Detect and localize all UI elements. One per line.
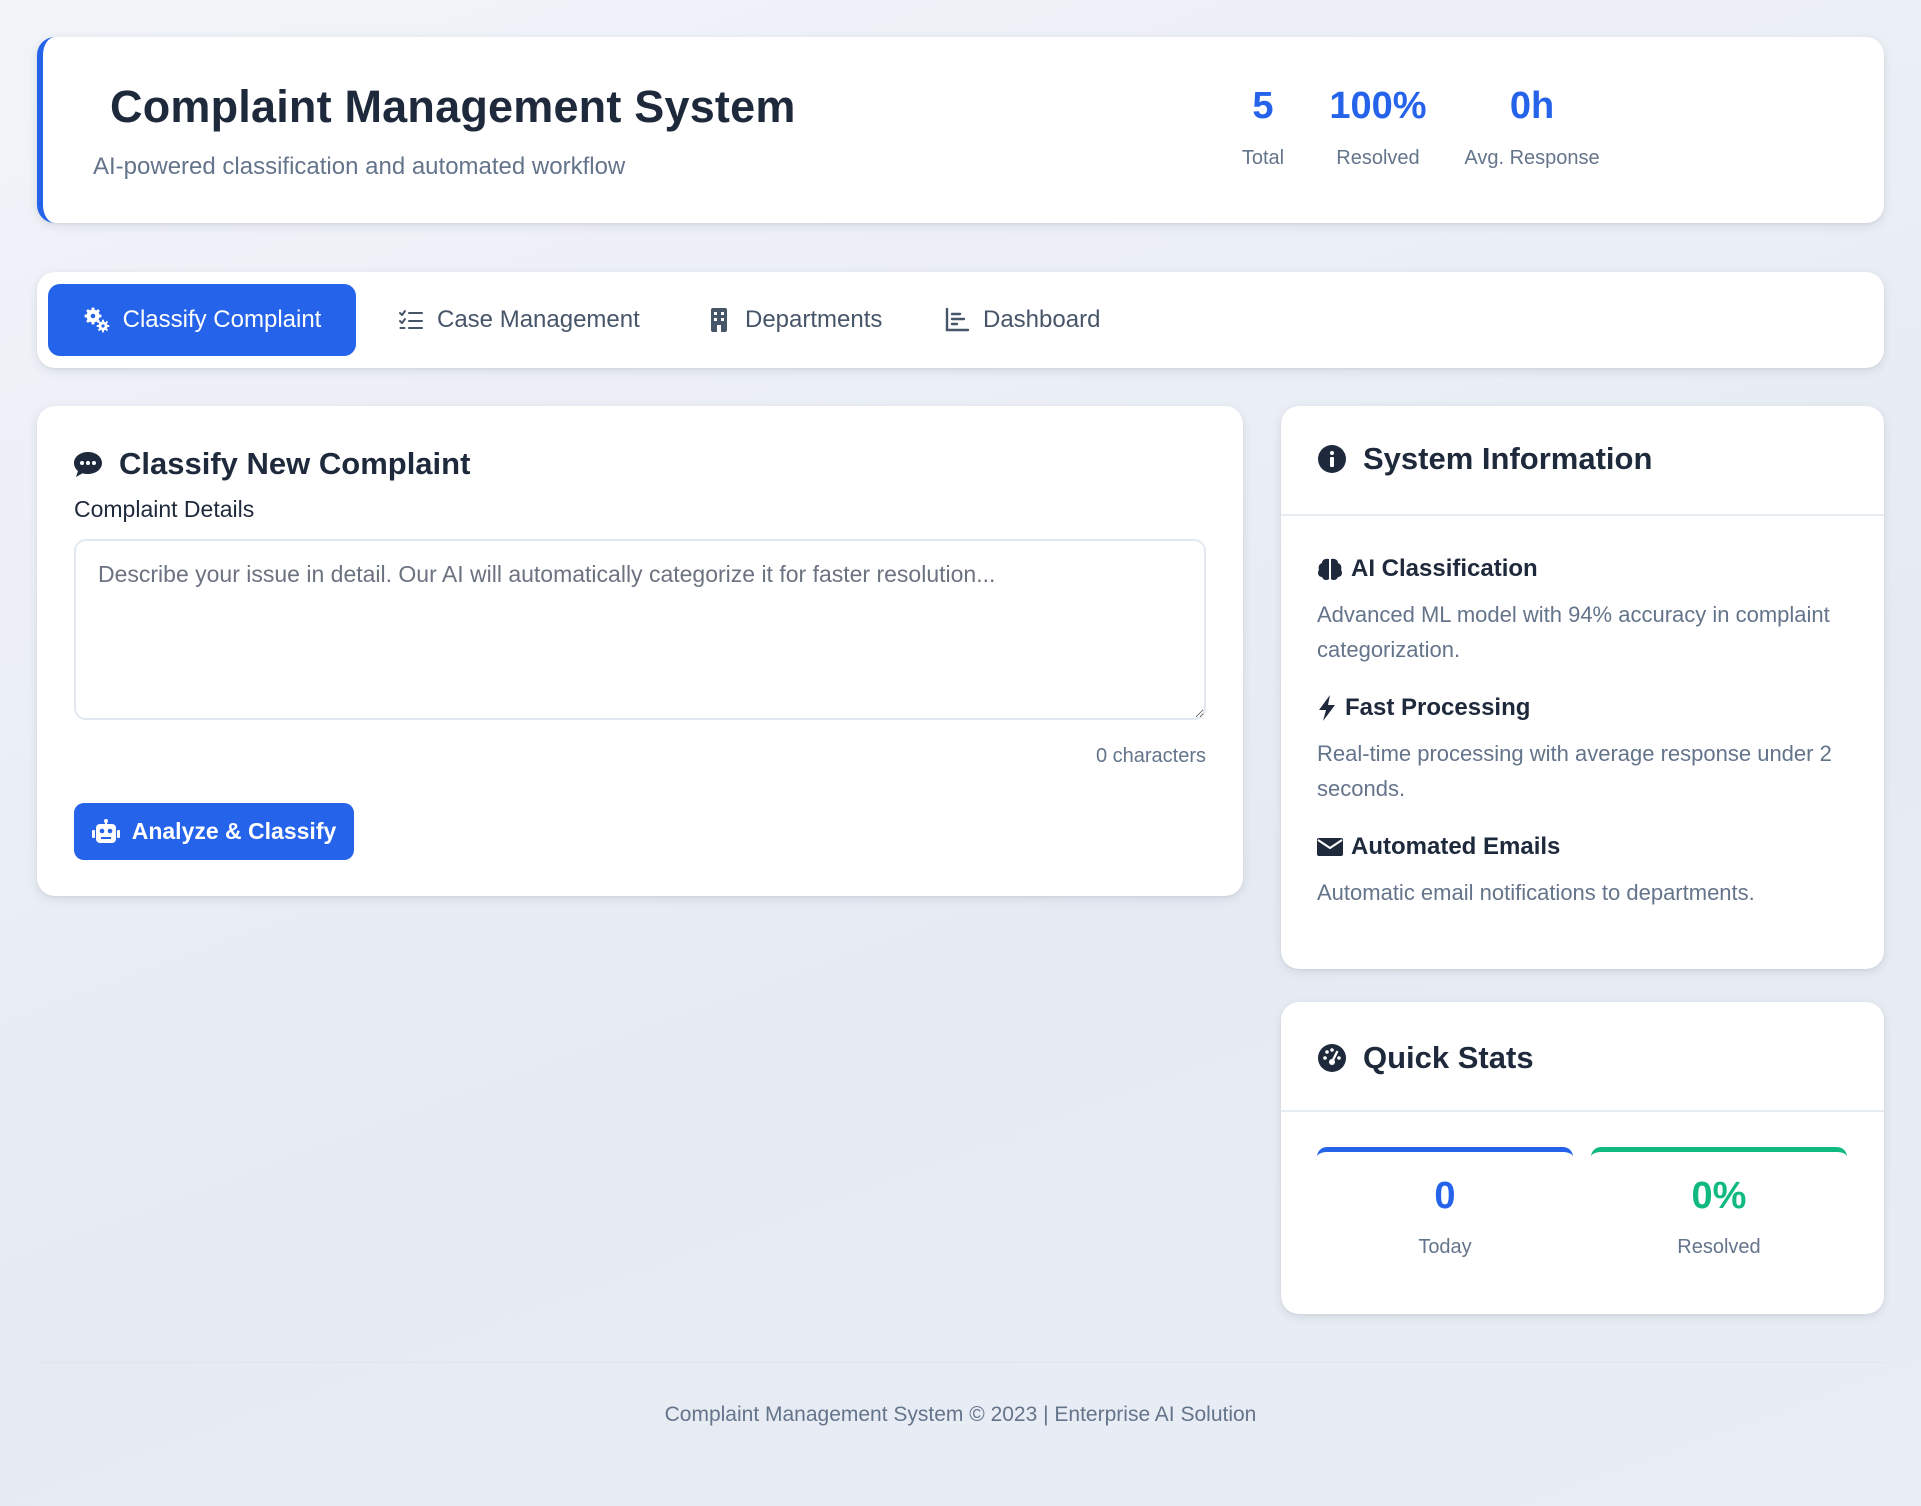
analyze-classify-label: Analyze & Classify [131,818,337,844]
quick-stat-value: 0% [1691,1175,1747,1217]
quick-stat-label: Resolved [1677,1236,1761,1258]
system-info-title-row: System Information [1317,441,1652,477]
quick-stat-resolved: 0% Resolved [1591,1147,1847,1277]
quick-stats-title: Quick Stats [1363,1040,1534,1075]
gauge-icon [1318,1044,1346,1072]
quick-stat-today: 0 Today [1317,1147,1573,1277]
quick-stats-title-row: Quick Stats [1317,1040,1534,1076]
app-title: Complaint Management System [110,81,796,132]
info-item-ai-classification: AI Classification Advanced ML model with… [1317,555,1857,667]
building-icon [711,308,727,332]
app-subtitle: AI-powered classification and automated … [93,153,626,180]
header-stat-value: 100% [1329,85,1427,127]
info-item-description: Automatic email notifications to departm… [1317,880,1755,905]
tab-label: Dashboard [983,306,1101,333]
info-item-title: Automated Emails [1351,833,1561,860]
header-stat-label: Avg. Response [1464,147,1600,169]
header-stat-resolved: 100% Resolved [1313,87,1443,170]
info-item-description: Real-time processing with average respon… [1317,741,1832,801]
analyze-classify-button[interactable]: Analyze & Classify [74,803,354,860]
cogs-icon [84,307,110,333]
info-item-automated-emails: Automated Emails Automatic email notific… [1317,833,1857,910]
bolt-icon [1319,695,1335,721]
header-stat-label: Resolved [1336,147,1420,169]
info-item-description: Advanced ML model with 94% accuracy in c… [1317,602,1830,662]
quick-stats-card: Quick Stats 0 Today 0% Resolved [1281,1002,1884,1314]
header-stat-value: 0h [1509,85,1555,127]
character-count: 0 characters [1095,745,1206,767]
system-information-card: System Information AI Classification Adv… [1281,406,1884,969]
tab-bar: Classify Complaint Case Management Depar… [37,272,1884,368]
robot-icon [91,818,120,843]
stat-accent-bar [1591,1147,1847,1163]
footer-divider [37,1362,1884,1363]
tab-departments[interactable]: Departments [675,284,912,356]
header-stat-value: 5 [1252,85,1274,127]
tab-label: Case Management [437,306,640,333]
info-item-fast-processing: Fast Processing Real-time processing wit… [1317,694,1857,806]
tab-label: Classify Complaint [122,306,322,333]
stat-accent-bar [1317,1147,1573,1163]
envelope-icon [1317,838,1343,856]
complaint-details-label: Complaint Details [74,496,255,522]
header-stat-avg-response: 0h Avg. Response [1447,87,1617,170]
brain-icon [1318,558,1342,581]
chart-icon [945,307,970,332]
header-stat-label: Total [1241,147,1285,169]
divider [1281,1110,1884,1112]
system-info-title: System Information [1363,441,1653,476]
header-stat-total: 5 Total [1223,87,1303,170]
comment-dots-icon [74,452,102,477]
info-circle-icon [1318,445,1346,473]
tab-label: Departments [745,306,883,333]
classify-card: Classify New Complaint Complaint Details… [37,406,1243,896]
classify-title-row: Classify New Complaint [73,446,470,482]
tab-case-management[interactable]: Case Management [367,284,670,356]
quick-stat-label: Today [1418,1236,1472,1258]
footer-text: Complaint Management System © 2023 | Ent… [664,1403,1257,1426]
classify-title: Classify New Complaint [119,446,471,481]
quick-stat-value: 0 [1434,1175,1456,1217]
tab-dashboard[interactable]: Dashboard [913,284,1130,356]
header-card: Complaint Management System AI-powered c… [37,37,1884,223]
complaint-input[interactable] [74,539,1206,720]
list-check-icon [399,310,423,329]
info-item-title: Fast Processing [1345,694,1531,721]
info-item-title: AI Classification [1351,555,1538,582]
divider [1281,514,1884,516]
tab-classify-complaint[interactable]: Classify Complaint [48,284,356,356]
